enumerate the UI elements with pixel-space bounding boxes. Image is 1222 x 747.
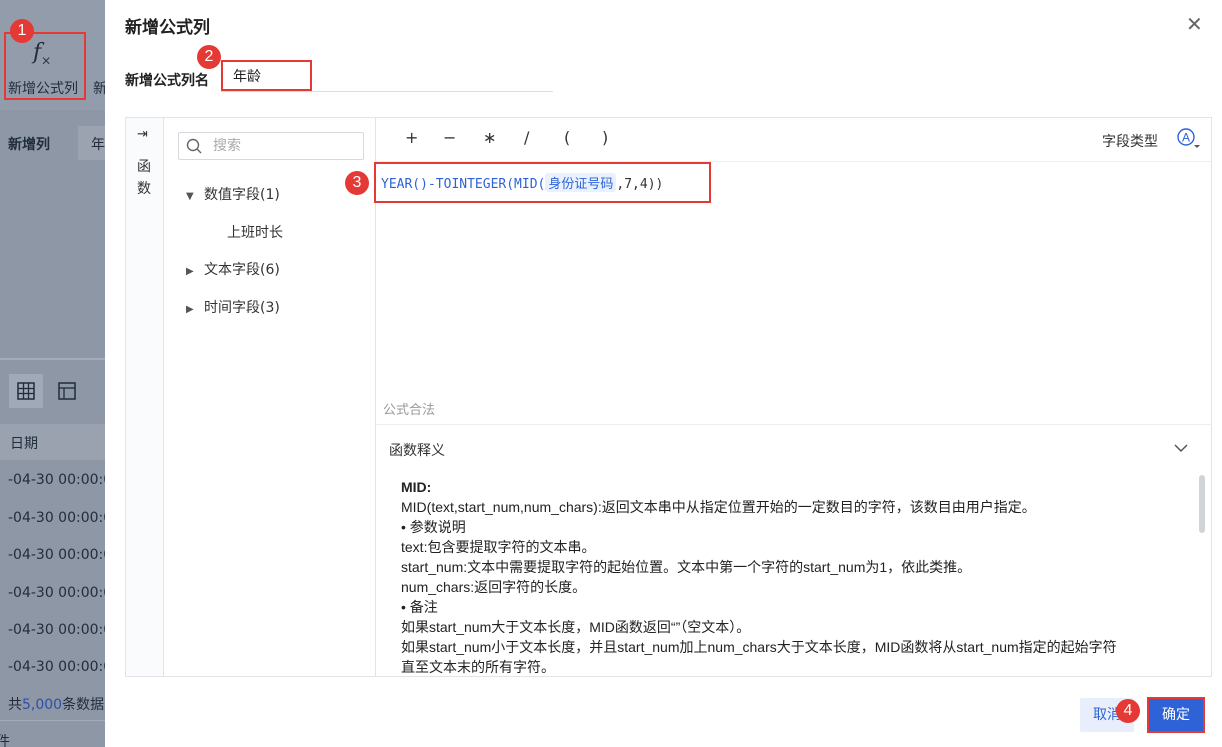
caret-down-icon: ▼ bbox=[186, 191, 194, 202]
explanation-scrollbar[interactable] bbox=[1199, 475, 1205, 533]
table-row: -04-30 00:00:0 bbox=[8, 472, 105, 488]
tree-node-numeric[interactable]: ▼ 数值字段(1) bbox=[186, 184, 280, 204]
field-tree: ▼数值字段(1) 上班时长 ▶文本字段(6) ▶时间字段(3) bbox=[164, 118, 376, 676]
chevron-down-icon[interactable] bbox=[1171, 438, 1191, 458]
formula-input[interactable]: YEAR()-TOINTEGER(MID(身份证号码 ,7,4)) bbox=[374, 162, 711, 203]
table-row: -04-30 00:00:0 bbox=[8, 659, 105, 675]
function-tab-label: 函数 bbox=[137, 159, 151, 197]
column-name-label: 新增公式列名 bbox=[125, 73, 209, 89]
field-type-icon[interactable]: A bbox=[1176, 127, 1200, 151]
operator-toolbar: + − ∗ / ( ) 字段类型 A bbox=[376, 118, 1211, 162]
field-type-label: 字段类型 bbox=[1102, 134, 1158, 150]
footer-cut-text: 件 bbox=[0, 734, 10, 747]
explanation-line: • 备注 bbox=[401, 599, 438, 615]
explanation-line: num_chars:返回字符的长度。 bbox=[401, 579, 587, 595]
background-app: f× 新增公式列 新 新增列 年 日期 -04-30 00:00:0 -04-3… bbox=[0, 0, 105, 747]
dialog-title: 新增公式列 bbox=[125, 18, 210, 38]
table-row: -04-30 00:00:0 bbox=[8, 547, 105, 563]
background-footer-divider bbox=[0, 720, 105, 721]
explanation-line: text:包含要提取字符的文本串。 bbox=[401, 539, 596, 555]
operator-plus-button[interactable]: + bbox=[405, 128, 418, 147]
formula-field-chip[interactable]: 身份证号码 bbox=[545, 173, 617, 192]
explanation-body: MID: MID(text,start_num,num_chars):返回文本串… bbox=[401, 477, 1181, 677]
search-input[interactable] bbox=[213, 137, 353, 155]
grid-view-button[interactable] bbox=[9, 374, 43, 408]
column-name-underline bbox=[221, 91, 553, 92]
confirm-button[interactable]: 确定 bbox=[1147, 697, 1205, 733]
table-row: -04-30 00:00:0 bbox=[8, 510, 105, 526]
tree-node-time[interactable]: ▶ 时间字段(3) bbox=[186, 297, 280, 317]
svg-text:A: A bbox=[1182, 131, 1190, 145]
add-column-tab[interactable]: 新增列 bbox=[8, 134, 50, 154]
caret-right-icon: ▶ bbox=[186, 266, 194, 277]
explanation-line: MID(text,start_num,num_chars):返回文本串中从指定位… bbox=[401, 499, 1036, 515]
explanation-line: • 参数说明 bbox=[401, 519, 466, 535]
search-icon bbox=[186, 138, 202, 154]
add-column-cut-text: 年 bbox=[91, 137, 105, 153]
row-count-footer: 共5,000条数据 bbox=[8, 697, 105, 713]
step-badge-4: 4 bbox=[1116, 699, 1140, 723]
step-badge-2: 2 bbox=[197, 45, 221, 69]
operator-open-paren-button[interactable]: ( bbox=[564, 128, 570, 147]
operator-multiply-button[interactable]: ∗ bbox=[483, 128, 496, 147]
tree-node-text[interactable]: ▶ 文本字段(6) bbox=[186, 259, 280, 279]
layout-icon bbox=[58, 382, 76, 400]
add-formula-column-label: 新增公式列 bbox=[8, 81, 78, 97]
step-badge-1: 1 bbox=[10, 19, 34, 43]
caret-right-icon: ▶ bbox=[186, 304, 194, 315]
close-icon[interactable]: ✕ bbox=[1186, 12, 1203, 36]
date-column-header: 日期 bbox=[10, 436, 38, 452]
step-badge-3: 3 bbox=[345, 171, 369, 195]
field-search[interactable] bbox=[178, 132, 364, 160]
fx-icon: f× bbox=[33, 40, 52, 68]
formula-status: 公式合法 bbox=[383, 403, 436, 418]
background-divider bbox=[0, 358, 105, 360]
table-row: -04-30 00:00:0 bbox=[8, 585, 105, 601]
formula-panel: ⇥ 函数 ▼数值字段(1) 上班时长 ▶文本字段(6) ▶时间字段(3) + −… bbox=[125, 117, 1212, 677]
function-explanation: 函数释义 MID: MID(text,start_num,num_chars):… bbox=[376, 424, 1211, 676]
explanation-line: 直至文本末的所有字符。 bbox=[401, 659, 555, 675]
add-formula-column-dialog: 新增公式列 ✕ 新增公式列名 ⇥ 函数 ▼数值字段(1) 上班时长 ▶文本字段(… bbox=[105, 0, 1222, 747]
operator-divide-button[interactable]: / bbox=[524, 128, 529, 147]
function-name: MID: bbox=[401, 479, 432, 495]
operator-close-paren-button[interactable]: ) bbox=[602, 128, 608, 147]
formula-text: YEAR()-TOINTEGER(MID(身份证号码 ,7,4)) bbox=[381, 173, 663, 192]
expand-icon[interactable]: ⇥ bbox=[137, 127, 148, 142]
formula-editor: + − ∗ / ( ) 字段类型 A YEAR()-TOINTEGER(MID(… bbox=[374, 118, 1211, 676]
explanation-header: 函数释义 bbox=[389, 443, 445, 459]
operator-minus-button[interactable]: − bbox=[443, 128, 456, 147]
add-column-label-cut: 新 bbox=[93, 81, 105, 97]
field-view-button[interactable] bbox=[50, 374, 84, 408]
explanation-line: start_num:文本中需要提取字符的起始位置。文本中第一个字符的start_… bbox=[401, 559, 972, 575]
table-row: -04-30 00:00:0 bbox=[8, 622, 105, 638]
tree-leaf-work-hours[interactable]: 上班时长 bbox=[227, 222, 283, 242]
column-name-input[interactable] bbox=[221, 60, 312, 91]
function-side-tab[interactable]: ⇥ 函数 bbox=[126, 118, 164, 676]
grid-icon bbox=[17, 382, 35, 400]
explanation-line: 如果start_num大于文本长度，MID函数返回“”（空文本）。 bbox=[401, 619, 751, 635]
explanation-line: 如果start_num小于文本长度，并且start_num加上num_chars… bbox=[401, 639, 1117, 655]
